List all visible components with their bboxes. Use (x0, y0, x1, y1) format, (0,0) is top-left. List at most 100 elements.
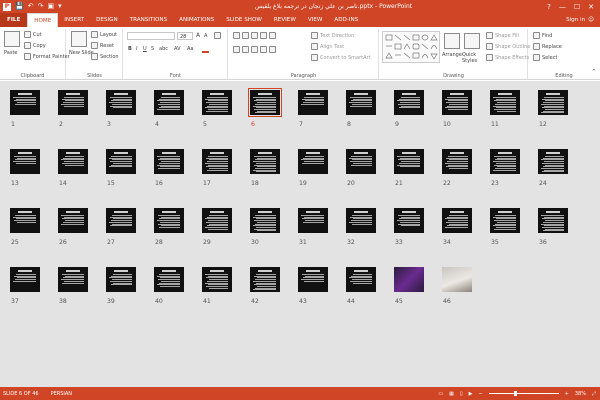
underline-button[interactable]: U (143, 46, 147, 52)
shape-fill-button[interactable]: Shape Fill (486, 32, 519, 39)
tab-home[interactable]: HOME (27, 13, 59, 27)
slide-thumbnail[interactable] (202, 149, 232, 174)
slide-thumbnail[interactable] (490, 90, 520, 115)
slide-thumbnail[interactable] (250, 267, 280, 292)
tab-add-ins[interactable]: ADD-INS (328, 13, 364, 27)
tab-transitions[interactable]: TRANSITIONS (124, 13, 174, 27)
tab-slide-show[interactable]: SLIDE SHOW (220, 13, 268, 27)
align-text-button[interactable]: Align Text (311, 43, 344, 50)
slide-thumbnail[interactable] (538, 90, 568, 115)
save-icon[interactable]: 💾 (15, 2, 24, 11)
zoom-in-button[interactable]: + (565, 391, 569, 397)
tab-file[interactable]: FILE (0, 13, 28, 27)
slide-thumbnail[interactable] (538, 208, 568, 233)
slide-thumbnail[interactable] (154, 149, 184, 174)
slide-thumbnail[interactable] (58, 208, 88, 233)
paste-icon[interactable] (4, 31, 20, 47)
text-direction-button[interactable]: Text Direction (311, 32, 354, 39)
slide-thumbnail[interactable] (250, 208, 280, 233)
new-slide-button[interactable]: New Slide (69, 50, 94, 56)
change-case-button[interactable]: Aa (187, 46, 193, 52)
minimize-button[interactable]: — (559, 3, 566, 11)
undo-icon[interactable]: ↶ (28, 2, 34, 11)
reset-button[interactable]: Reset (91, 42, 114, 49)
layout-button[interactable]: Layout (91, 31, 117, 38)
italic-button[interactable]: I (136, 46, 137, 52)
replace-button[interactable]: Replace (533, 43, 562, 50)
slide-thumbnail[interactable] (394, 267, 424, 292)
slide-thumbnail[interactable] (106, 208, 136, 233)
shape-effects-button[interactable]: Shape Effects (486, 54, 529, 61)
collapse-ribbon-icon[interactable]: ^ (592, 69, 596, 75)
slide-thumbnail[interactable] (442, 149, 472, 174)
paste-button[interactable]: Paste (4, 50, 18, 56)
slide-thumbnail[interactable] (247, 87, 283, 118)
quick-styles-button[interactable]: Quick Styles (462, 52, 484, 64)
tab-view[interactable]: VIEW (302, 13, 329, 27)
clear-format-icon[interactable] (214, 32, 221, 39)
arrange-button[interactable]: Arrange (442, 52, 462, 58)
slide-thumbnail[interactable] (538, 149, 568, 174)
redo-icon[interactable]: ↷ (38, 2, 44, 11)
section-button[interactable]: Section (91, 53, 119, 60)
slide-thumbnail[interactable] (394, 208, 424, 233)
help-button[interactable]: ? (547, 3, 551, 11)
new-slide-icon[interactable] (71, 31, 87, 47)
customize-qat-icon[interactable]: ▾ (58, 2, 62, 11)
zoom-slider[interactable] (488, 391, 559, 396)
slide-thumbnail[interactable] (394, 90, 424, 115)
slide-thumbnail[interactable] (202, 208, 232, 233)
cut-button[interactable]: Cut (24, 31, 42, 38)
shadow-button[interactable]: abc (159, 46, 168, 52)
slide-thumbnail[interactable] (442, 90, 472, 115)
quick-styles-icon[interactable] (464, 33, 480, 49)
slide-thumbnail[interactable] (346, 149, 376, 174)
font-color-button[interactable] (202, 46, 209, 53)
slide-thumbnail[interactable] (250, 149, 280, 174)
find-button[interactable]: Find (533, 32, 552, 39)
slide-thumbnail[interactable] (346, 90, 376, 115)
language-indicator[interactable]: PERSIAN (39, 391, 72, 397)
slide-thumbnail[interactable] (58, 149, 88, 174)
slide-thumbnail[interactable] (442, 267, 472, 292)
copy-button[interactable]: Copy (24, 42, 46, 49)
tab-animations[interactable]: ANIMATIONS (173, 13, 220, 27)
font-size-box[interactable]: 28 (177, 32, 193, 40)
zoom-out-button[interactable]: − (478, 391, 482, 397)
slide-thumbnail[interactable] (10, 90, 40, 115)
format-painter-button[interactable]: Format Painter (24, 53, 70, 60)
tab-design[interactable]: DESIGN (90, 13, 124, 27)
shape-outline-button[interactable]: Shape Outline (486, 43, 530, 50)
char-spacing-button[interactable]: AV (174, 46, 181, 52)
slide-thumbnail[interactable] (154, 208, 184, 233)
slide-sorter-view-icon[interactable]: ▦ (449, 391, 454, 397)
slide-thumbnail[interactable] (106, 267, 136, 292)
arrange-icon[interactable] (444, 33, 460, 49)
slide-thumbnail[interactable] (298, 208, 328, 233)
fit-to-window-icon[interactable]: ⤢ (592, 391, 596, 397)
select-button[interactable]: Select (533, 54, 557, 61)
grow-font-button[interactable]: A (196, 32, 200, 39)
slide-thumbnail[interactable] (490, 149, 520, 174)
slide-thumbnail[interactable] (10, 208, 40, 233)
reading-view-icon[interactable]: ▯ (460, 391, 463, 397)
slide-thumbnail[interactable] (10, 267, 40, 292)
normal-view-icon[interactable]: ▭ (438, 391, 443, 397)
slide-thumbnail[interactable] (58, 267, 88, 292)
slide-thumbnail[interactable] (106, 149, 136, 174)
slide-thumbnail[interactable] (346, 267, 376, 292)
strikethrough-button[interactable]: S (151, 46, 154, 52)
slide-thumbnail[interactable] (154, 267, 184, 292)
slide-thumbnail[interactable] (442, 208, 472, 233)
slide-thumbnail[interactable] (298, 90, 328, 115)
smartart-button[interactable]: Convert to SmartArt (311, 54, 371, 61)
slide-thumbnail[interactable] (58, 90, 88, 115)
tab-insert[interactable]: INSERT (58, 13, 90, 27)
slide-thumbnail[interactable] (202, 90, 232, 115)
slide-thumbnail[interactable] (298, 149, 328, 174)
shapes-gallery[interactable] (382, 31, 440, 63)
start-slideshow-icon[interactable]: ▣ (47, 2, 54, 11)
slide-thumbnail[interactable] (106, 90, 136, 115)
shrink-font-button[interactable]: A (204, 33, 207, 39)
maximize-button[interactable]: ☐ (574, 3, 580, 11)
